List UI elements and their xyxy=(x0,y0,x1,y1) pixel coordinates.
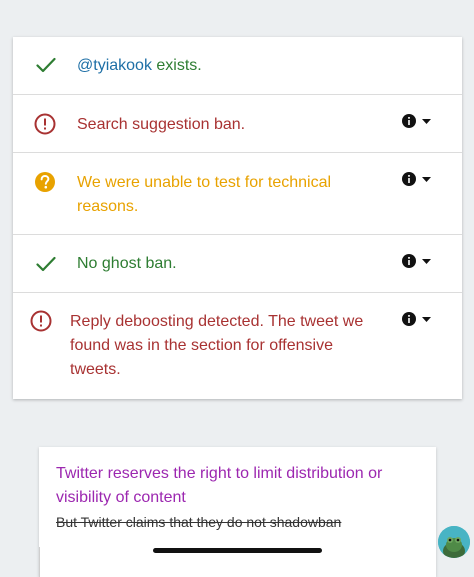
caret-down-icon xyxy=(422,317,431,322)
info-icon xyxy=(402,114,416,128)
result-text: We were unable to test for technical rea… xyxy=(77,171,331,219)
results-card: @tyiakook exists. Search suggestion ban. xyxy=(13,37,462,399)
result-row-ghost-ban: No ghost ban. xyxy=(13,235,462,293)
result-row-technical: We were unable to test for technical rea… xyxy=(13,153,462,235)
result-row-reply-deboosting: Reply deboosting detected. The tweet we … xyxy=(13,293,462,399)
result-row-search-suggestion: Search suggestion ban. xyxy=(13,95,462,153)
result-text-line: reasons. xyxy=(77,198,139,215)
caret-down-icon xyxy=(422,119,431,124)
disclaimer-line: visibility of content xyxy=(56,489,186,506)
divider xyxy=(39,547,40,577)
disclaimer-text: Twitter reserves the right to limit dist… xyxy=(56,462,416,510)
help-circle-icon xyxy=(35,172,55,192)
info-dropdown[interactable] xyxy=(402,312,442,328)
caret-down-icon xyxy=(422,177,431,182)
home-indicator[interactable] xyxy=(153,548,322,553)
result-text-line: Reply deboosting detected. The tweet we xyxy=(70,313,364,330)
info-dropdown[interactable] xyxy=(402,114,442,130)
frog-avatar-icon xyxy=(438,526,470,558)
result-text-line: We were unable to test for technical xyxy=(77,174,332,191)
result-text: Reply deboosting detected. The tweet we … xyxy=(70,310,363,382)
caret-down-icon xyxy=(422,259,431,264)
result-row-exists: @tyiakook exists. xyxy=(13,37,462,95)
alert-circle-icon xyxy=(34,113,56,135)
disclaimer-card: Twitter reserves the right to limit dist… xyxy=(39,447,436,577)
result-text: Search suggestion ban. xyxy=(77,116,246,133)
result-label: exists. xyxy=(151,57,202,74)
check-icon xyxy=(36,57,56,73)
info-dropdown[interactable] xyxy=(402,254,442,270)
result-text-line: found was in the section for offensive xyxy=(70,337,333,354)
check-icon xyxy=(36,256,56,272)
alert-circle-icon xyxy=(30,310,52,332)
result-text: @tyiakook exists. xyxy=(77,54,202,78)
avatar[interactable] xyxy=(438,526,470,558)
username-link[interactable]: @tyiakook xyxy=(77,57,152,74)
info-icon xyxy=(402,254,416,268)
result-text-line: tweets. xyxy=(70,361,121,378)
result-text: No ghost ban. xyxy=(77,255,177,272)
disclaimer-line: Twitter reserves the right to limit dist… xyxy=(56,465,383,482)
info-icon xyxy=(402,172,416,186)
info-dropdown[interactable] xyxy=(402,172,442,188)
strikethrough-text: But Twitter claims that they do not shad… xyxy=(56,514,342,530)
info-icon xyxy=(402,312,416,326)
